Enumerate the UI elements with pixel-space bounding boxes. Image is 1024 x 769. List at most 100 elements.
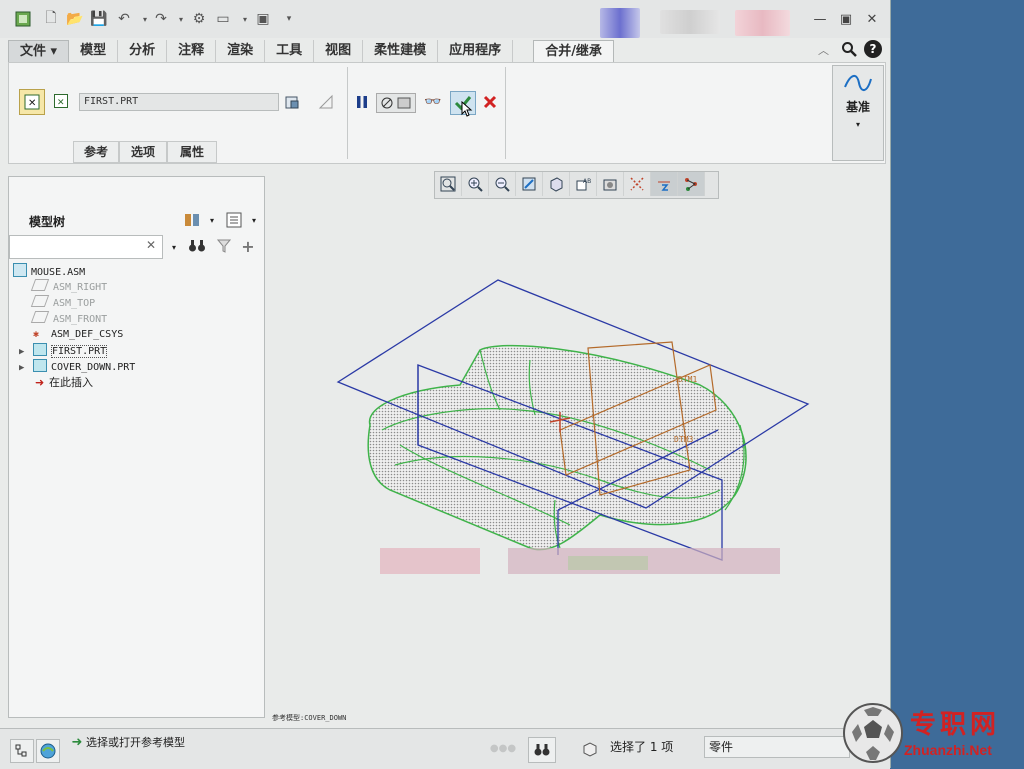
cancel-x-button[interactable]: [481, 93, 499, 111]
open-folder-icon[interactable]: 📂: [66, 10, 84, 28]
watermark-chinese: 专职网: [910, 710, 1001, 740]
undo-icon[interactable]: ↶: [115, 10, 133, 28]
view-toolbar: AB: [434, 171, 719, 199]
tab-view[interactable]: 视图: [314, 40, 364, 62]
search-icon[interactable]: [840, 40, 858, 58]
zoom-out-icon[interactable]: [489, 172, 516, 196]
show-menu-icon[interactable]: [223, 211, 245, 229]
svg-text:AB: AB: [583, 178, 591, 185]
find-binoculars-icon[interactable]: [187, 237, 207, 255]
subtab-properties[interactable]: 属性: [167, 141, 217, 163]
open-model-icon[interactable]: [283, 93, 301, 111]
tree-row-cover-down-prt[interactable]: ▶ COVER_DOWN.PRT: [19, 359, 135, 375]
datum-plane-icon: [30, 295, 50, 307]
tab-model[interactable]: 模型: [69, 40, 119, 62]
datum-dropdown-icon[interactable]: ▾: [833, 120, 883, 129]
expand-arrow-icon[interactable]: ▶: [19, 344, 29, 360]
tab-merge-inheritance[interactable]: 合并/继承: [533, 40, 614, 63]
svg-text:✕: ✕: [57, 98, 65, 108]
clear-search-icon[interactable]: ✕: [146, 238, 156, 252]
tree-row-first-prt[interactable]: ▶ FIRST.PRT: [19, 343, 108, 360]
refit-icon[interactable]: [435, 172, 462, 196]
zoom-in-icon[interactable]: [462, 172, 489, 196]
tree-row-mouse-asm[interactable]: MOUSE.ASM: [13, 263, 85, 279]
datum-group-button[interactable]: 基准 ▾: [832, 65, 884, 161]
collapse-ribbon-icon[interactable]: ︿: [818, 42, 829, 58]
close-icon[interactable]: ✕: [862, 10, 882, 28]
status-message: 选择或打开参考模型: [86, 736, 185, 749]
tab-annotate[interactable]: 注释: [167, 40, 217, 62]
browser-toggle-icon[interactable]: [36, 739, 60, 763]
blurred-overlay: [380, 548, 480, 574]
add-column-icon[interactable]: +: [239, 237, 257, 256]
repaint-icon[interactable]: [516, 172, 543, 196]
regenerate-icon[interactable]: ⚙: [190, 10, 208, 28]
model-tree-title: 模型树: [29, 215, 66, 229]
title-bar: 🗋 📂 💾 ↶ ▾ ↷ ▾ ⚙ ▭ ▾ ▣ ▾ — ▣ ✕: [0, 0, 890, 38]
saved-views-icon[interactable]: AB: [570, 172, 597, 196]
pause-icon[interactable]: [353, 93, 371, 111]
message-arrow-icon: ➜: [71, 734, 83, 750]
reference-model-field[interactable]: FIRST.PRT: [79, 93, 279, 111]
windows-icon[interactable]: ▭: [214, 10, 232, 28]
perspective-icon[interactable]: [624, 172, 651, 196]
separator: [347, 67, 348, 159]
navigator-toggle-icon[interactable]: [10, 739, 34, 763]
display-style-icon[interactable]: [543, 172, 570, 196]
placement-icon[interactable]: [317, 93, 335, 111]
tree-settings-dropdown-icon[interactable]: ▾: [207, 211, 217, 229]
close-window-icon[interactable]: ▣: [254, 10, 272, 28]
part-icon: [33, 359, 47, 372]
verify-glasses-icon[interactable]: 👓: [421, 93, 445, 111]
tree-row-asm-right[interactable]: ASM_RIGHT: [30, 279, 107, 295]
tree-search-input[interactable]: ✕: [9, 235, 163, 259]
dtm1-label: DTM1: [678, 375, 697, 384]
redo-icon[interactable]: ↷: [152, 10, 170, 28]
selection-box-icon[interactable]: [578, 737, 602, 761]
ribbon-tabs: 文件 ▾ 模型 分析 注释 渲染 工具 视图 柔性建模 应用程序 合并/继承: [8, 40, 614, 64]
merge-dashboard: ✕ ✕ FIRST.PRT 👓 参考 选项 属性: [8, 62, 886, 164]
expand-arrow-icon[interactable]: ▶: [19, 360, 29, 376]
help-icon[interactable]: ?: [864, 40, 882, 58]
maximize-icon[interactable]: ▣: [836, 10, 856, 28]
dtm3-label: DTM3: [674, 435, 693, 444]
tab-tools[interactable]: 工具: [265, 40, 315, 62]
new-file-icon[interactable]: 🗋: [42, 10, 60, 28]
subtab-options[interactable]: 选项: [119, 141, 167, 163]
separator: [505, 67, 506, 159]
tab-applications[interactable]: 应用程序: [438, 40, 514, 62]
excel-like-icon[interactable]: ✕: [53, 93, 69, 109]
redo-dropdown-icon[interactable]: ▾: [172, 10, 190, 28]
tab-file[interactable]: 文件 ▾: [8, 40, 70, 64]
tab-render[interactable]: 渲染: [216, 40, 266, 62]
tree-row-asm-top[interactable]: ASM_TOP: [30, 295, 95, 311]
tree-row-asm-front[interactable]: ASM_FRONT: [30, 311, 107, 327]
view-manager-icon[interactable]: [597, 172, 624, 196]
svg-text:✕: ✕: [28, 98, 36, 109]
datum-display-icon[interactable]: [651, 172, 678, 196]
minimize-icon[interactable]: —: [810, 10, 830, 28]
search-dropdown-icon[interactable]: ▾: [169, 239, 179, 255]
datum-curve-icon: [842, 72, 874, 94]
reference-model-icon[interactable]: ✕: [19, 89, 45, 115]
application-window: 🗋 📂 💾 ↶ ▾ ↷ ▾ ⚙ ▭ ▾ ▣ ▾ — ▣ ✕ 文件 ▾ 模型 分析…: [0, 0, 891, 769]
filter-icon[interactable]: [215, 237, 233, 255]
windows-dropdown-icon[interactable]: ▾: [236, 10, 254, 28]
subtab-references[interactable]: 参考: [73, 141, 119, 163]
preview-toggle-icon[interactable]: [376, 93, 416, 113]
customize-toolbar-icon[interactable]: ▾: [280, 10, 298, 28]
find-icon[interactable]: [528, 737, 556, 763]
tree-settings-icon[interactable]: [181, 211, 203, 229]
save-icon[interactable]: 💾: [90, 10, 108, 28]
selection-filter-select[interactable]: 零件: [704, 736, 850, 758]
status-bar: ➜ 选择或打开参考模型 ●●● 选择了 1 项 零件: [0, 728, 890, 769]
tab-flexible-modeling[interactable]: 柔性建模: [363, 40, 439, 62]
tab-analysis[interactable]: 分析: [118, 40, 168, 62]
tree-row-insert-here[interactable]: ➜ 在此插入: [35, 375, 93, 391]
show-menu-dropdown-icon[interactable]: ▾: [249, 211, 259, 229]
assembly-icon: [13, 263, 27, 277]
tree-row-asm-def-csys[interactable]: ✱ ASM_DEF_CSYS: [33, 327, 123, 343]
graphics-window[interactable]: DTM1 DTM3 参考模型:COVER_DOWN: [270, 170, 886, 722]
datum-plane-icon: [30, 311, 50, 323]
annotation-display-icon[interactable]: [678, 172, 705, 196]
